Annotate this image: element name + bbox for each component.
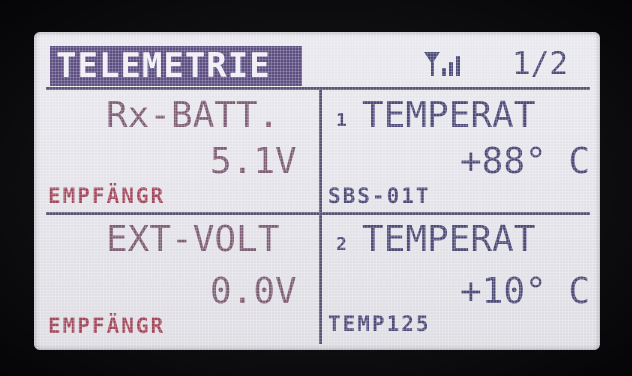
cell-label: TEMPERAT xyxy=(362,95,536,136)
sensor-index: 2 xyxy=(336,234,347,255)
header-divider xyxy=(46,87,590,90)
cell-source: SBS-01T xyxy=(328,184,431,208)
antenna-signal-icon xyxy=(424,52,460,76)
column-divider xyxy=(319,88,322,344)
page-indicator: 1/2 xyxy=(512,46,568,82)
cell-label: EXT-VOLT xyxy=(106,219,280,260)
sensor-index: 1 xyxy=(336,110,347,131)
cell-value: 5.1V xyxy=(210,141,297,182)
cell-label: Rx-BATT. xyxy=(106,95,280,136)
cell-source: EMPFÄNGR xyxy=(48,314,166,338)
cell-value: +88° C xyxy=(460,141,591,182)
cell-source: TEMP125 xyxy=(328,312,431,336)
cell-value: +10° C xyxy=(460,271,591,312)
row-divider xyxy=(46,212,590,215)
cell-value: 0.0V xyxy=(210,271,297,312)
cell-label: TEMPERAT xyxy=(362,219,536,260)
lcd-screen: TELEMETRIE 1/2 Rx-BATT. 5.1V EMPFÄNGR 1 … xyxy=(34,32,600,350)
screen-title: TELEMETRIE xyxy=(56,46,271,86)
cell-source: EMPFÄNGR xyxy=(48,184,166,208)
